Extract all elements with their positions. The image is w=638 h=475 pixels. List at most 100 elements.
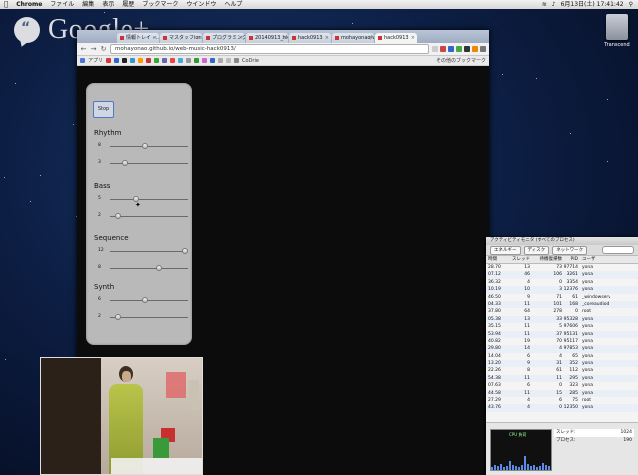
reload-icon[interactable]: ↻ [100,45,107,53]
table-row[interactable]: 37.80 64 278 0 root [486,308,638,315]
menu-icon[interactable] [480,46,486,52]
column-header[interactable]: ユーザ [578,256,610,263]
bookmark-icon[interactable] [186,58,192,63]
menu-clock[interactable]: 6月13日(土) 17:41:42 [561,0,624,9]
browser-tab[interactable]: 20140913_hk...× [246,33,288,43]
tab-close-icon[interactable]: × [368,33,372,43]
browser-tab[interactable]: hack0913 × [375,33,417,43]
table-row[interactable]: 22.26 8 61 112 yona [486,367,638,374]
bookmark-icon[interactable] [194,58,200,63]
slider-thumb[interactable] [122,160,128,166]
bookmark-icon[interactable] [218,58,224,63]
browser-tab[interactable]: プログラミング...× [203,33,245,43]
menu-help[interactable]: ヘルプ [220,0,246,9]
star-icon[interactable] [432,46,438,52]
column-header[interactable]: PID [562,256,578,263]
spotlight-icon[interactable]: ⚲ [629,0,633,9]
slider-thumb[interactable] [142,297,149,303]
bookmark-icon[interactable] [162,58,168,63]
table-row[interactable]: 29.80 14 4 97853 yona [486,345,638,353]
volume-icon[interactable]: ♪ [552,0,556,9]
table-row[interactable]: 35.15 11 5 97606 yona [486,323,638,330]
column-header[interactable]: スレッド [508,256,530,263]
address-bar[interactable]: mohayonao.github.io/web-music-hack0913/ [110,44,429,54]
tab-close-icon[interactable]: × [411,33,415,43]
table-row[interactable]: 07.63 6 0 323 yona [486,382,638,389]
desktop-drive[interactable]: Transcend [602,14,632,48]
browser-tab[interactable]: mohayonao/w...× [332,33,374,43]
table-row[interactable]: 28.70 13 73 97714 yona [486,264,638,271]
bookmark-icon[interactable] [122,58,128,63]
table-row[interactable]: 05.38 13 33 95328 yona [486,315,638,324]
bookmark-icon[interactable] [130,58,136,63]
table-row[interactable]: 13.20 9 31 352 yona [486,360,638,368]
column-header[interactable]: 時間 [486,256,508,263]
tab-close-icon[interactable]: × [325,33,329,43]
slider-track[interactable] [110,268,188,269]
tab-close-icon[interactable]: × [239,33,243,43]
search-input[interactable] [602,246,634,254]
bookmark-icon[interactable] [114,58,120,63]
menu-file[interactable]: ファイル [46,0,78,9]
column-header[interactable]: 待機復帰数 [530,256,563,263]
browser-tab[interactable]: マスタッフion...× [160,33,202,43]
bookmark-icon[interactable] [226,58,232,63]
extension-icon[interactable] [440,46,446,52]
tab-disk[interactable]: ディスク [523,245,550,255]
slider-thumb[interactable] [133,196,140,202]
slider-track[interactable] [110,300,188,301]
slider-thumb[interactable] [182,248,188,254]
menu-bookmarks[interactable]: ブックマーク [138,0,182,9]
bookmark-icon[interactable] [138,58,144,63]
menu-window[interactable]: ウインドウ [182,0,220,9]
menu-view[interactable]: 表示 [98,0,118,9]
menu-edit[interactable]: 編集 [78,0,98,9]
stop-button[interactable]: Stop [93,101,114,118]
slider-track[interactable] [110,317,188,318]
bookmark-icon[interactable] [170,58,176,63]
extension-icon[interactable] [456,46,462,52]
slider-thumb[interactable] [155,265,162,271]
bookmark-icon[interactable] [202,58,208,63]
table-row[interactable]: 44.58 11 15 285 yona [486,389,638,398]
table-row[interactable]: 36.32 4 0 3354 yona [486,279,638,286]
table-row[interactable]: 14.04 6 4 65 yona [486,353,638,360]
menu-app-name[interactable]: Chrome [12,0,46,9]
wifi-icon[interactable]: ≋ [542,0,547,9]
extension-icon[interactable] [448,46,454,52]
apple-menu-icon[interactable]:  [0,0,12,9]
browser-tab[interactable]: hack0913 × [289,33,331,43]
slider-thumb[interactable] [114,314,121,320]
table-row[interactable]: 54.38 11 11 295 yona [486,374,638,383]
slider-track[interactable] [110,199,188,200]
browser-tab[interactable]: 情報トレイ - ... × [117,33,159,43]
slider-thumb[interactable] [142,143,149,149]
bookmark-other[interactable]: その他のブックマーク [436,57,486,64]
bookmark-icon[interactable] [234,58,240,63]
tab-energy[interactable]: エネルギー [490,245,521,255]
tab-close-icon[interactable]: × [196,33,200,43]
slider-track[interactable] [110,216,188,217]
bookmark-icon[interactable] [210,58,216,63]
table-row[interactable]: 07.12 46 106 3261 yona [486,271,638,279]
slider-track[interactable] [110,251,188,252]
slider-track[interactable] [110,146,188,147]
menu-history[interactable]: 履歴 [118,0,138,9]
table-row[interactable]: 46.50 9 71 61 _windowserv [486,294,638,301]
bookmark-apps[interactable]: アプリ [88,57,103,64]
bookmark-icon[interactable] [178,58,184,63]
table-row[interactable]: 10.19 10 3 12376 yona [486,286,638,294]
extension-icon[interactable] [472,46,478,52]
table-row[interactable]: 27.29 4 6 75 root [486,397,638,404]
table-row[interactable]: 43.76 4 0 12350 yona [486,404,638,412]
bookmark-codrie[interactable]: CoDrie [242,58,259,64]
bookmark-icon[interactable] [146,58,152,63]
table-row[interactable]: 04.33 11 101 168 _coreaudiod [486,300,638,309]
table-row[interactable]: 40.82 19 70 95117 yona [486,338,638,345]
table-row[interactable]: 53.94 11 37 95131 yona [486,330,638,338]
extension-icon[interactable] [464,46,470,52]
slider-thumb[interactable] [114,213,121,219]
tab-close-icon[interactable]: × [282,33,286,43]
tab-close-icon[interactable]: × [153,33,157,43]
tab-network[interactable]: ネットワーク [552,245,588,255]
